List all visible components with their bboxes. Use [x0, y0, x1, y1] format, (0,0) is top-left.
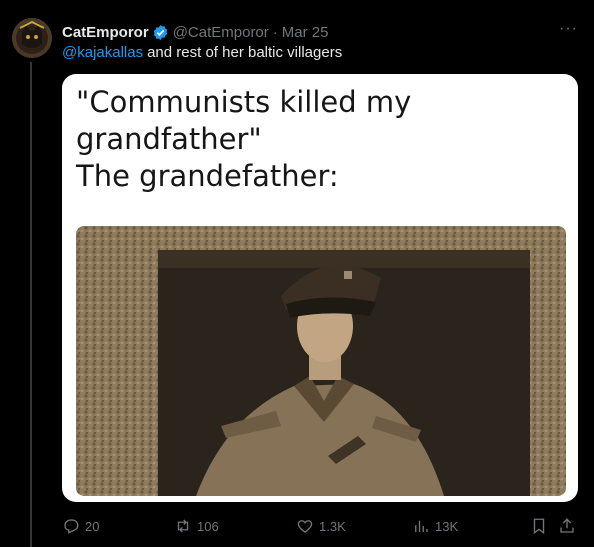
share-button[interactable] [558, 514, 576, 538]
post-media[interactable]: "Communists killed my grandfather" The g… [62, 74, 578, 502]
display-name[interactable]: CatEmporor [62, 24, 149, 41]
caption-line: "Communists killed my [76, 85, 412, 119]
avatar[interactable] [12, 18, 52, 58]
post-header: CatEmporor @CatEmporor · Mar 25 [62, 22, 584, 42]
handle[interactable]: @CatEmporor [173, 24, 269, 41]
caption-line: grandfather" [76, 122, 262, 156]
caption-line: The grandefather: [76, 159, 339, 193]
verified-badge-icon [152, 24, 169, 41]
meme-photo [76, 226, 566, 496]
like-count: 1.3K [319, 518, 346, 534]
separator-dot: · [272, 23, 278, 41]
reply-icon [64, 519, 79, 534]
repost-icon [177, 519, 189, 533]
views-count: 13K [435, 518, 459, 534]
post-date[interactable]: Mar 25 [282, 24, 329, 41]
repost-button[interactable]: 106 [174, 514, 219, 538]
action-bar: 20 106 1.3K 13K [62, 514, 582, 538]
heart-icon [297, 520, 313, 533]
post-body: and rest of her baltic villagers [147, 44, 343, 61]
reply-button[interactable]: 20 [62, 514, 99, 538]
more-options-icon[interactable]: ··· [559, 20, 578, 38]
views-button[interactable]: 13K [412, 514, 458, 538]
share-icon [560, 518, 574, 533]
mention-link[interactable]: @kajakallas [62, 44, 143, 61]
thread-line [30, 62, 32, 547]
post-text: @kajakallas and rest of her baltic villag… [62, 44, 342, 61]
like-button[interactable]: 1.3K [296, 514, 346, 538]
avatar-image [12, 18, 52, 58]
meme-caption: "Communists killed my grandfather" The g… [76, 84, 566, 195]
reply-count: 20 [85, 518, 100, 534]
bookmark-button[interactable] [530, 514, 548, 538]
bookmark-icon [533, 518, 545, 535]
views-chart-icon [415, 520, 428, 532]
repost-count: 106 [197, 518, 219, 534]
